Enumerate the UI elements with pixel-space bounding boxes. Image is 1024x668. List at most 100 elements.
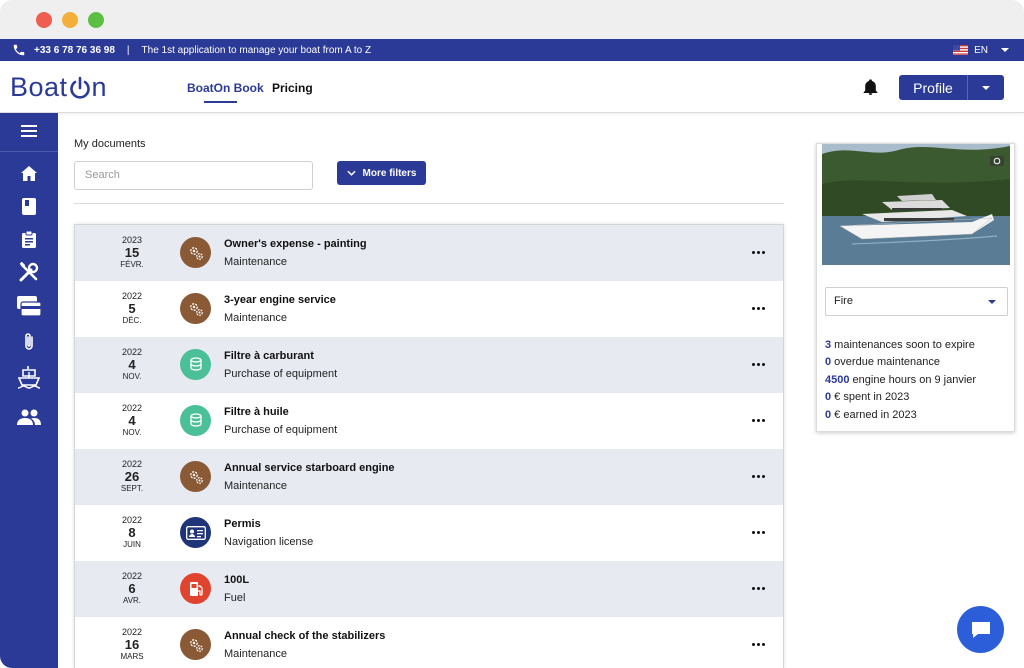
document-month: JUIN [123, 540, 141, 549]
close-window-button[interactable] [36, 12, 52, 28]
stat-label: overdue maintenance [831, 356, 940, 368]
sidebar-item-documents[interactable] [0, 231, 58, 248]
boat-select-value: Fire [834, 295, 853, 307]
minimize-window-button[interactable] [62, 12, 78, 28]
document-category: Maintenance [224, 256, 287, 268]
tools-icon [19, 262, 39, 282]
more-options-icon[interactable] [749, 245, 767, 259]
stat-label: € spent in 2023 [831, 391, 910, 403]
document-day: 16 [124, 637, 140, 652]
document-category: Purchase of equipment [224, 368, 338, 380]
more-filters-button[interactable]: More filters [337, 161, 426, 185]
profile-button[interactable]: Profile [899, 75, 1004, 100]
ship-icon [17, 366, 41, 389]
sidebar-item-boats[interactable] [0, 365, 58, 391]
profile-dropdown-toggle[interactable] [968, 85, 1004, 91]
sidebar-item-attachments[interactable] [0, 332, 58, 352]
document-month: AVR. [122, 596, 142, 605]
bell-icon[interactable] [863, 79, 878, 96]
page-title: My documents [74, 138, 146, 150]
document-category: Maintenance [224, 648, 287, 660]
document-row[interactable]: 2023 15 FÉVR. Owner's expense - painting Mai… [75, 225, 783, 281]
document-title: Annual service starboard engine [224, 462, 395, 474]
document-row[interactable]: 2022 5 DÉC. 3-year engine service Maintenanc… [75, 281, 783, 337]
active-nav-underline [204, 101, 237, 103]
more-options-icon[interactable] [749, 301, 767, 315]
nav-pricing[interactable]: Pricing [272, 81, 313, 95]
boaton-logo[interactable]: Boat n [10, 72, 107, 103]
document-row[interactable]: 2022 26 SEPT. Annual service starboard engi… [75, 449, 783, 505]
home-icon [21, 166, 37, 181]
document-month: SEPT. [120, 484, 144, 493]
document-date: 2022 5 DÉC. [103, 291, 161, 326]
document-month: NOV. [122, 372, 142, 381]
more-options-icon[interactable] [749, 413, 767, 427]
stat-earned: 0 € earned in 2023 [825, 409, 917, 421]
document-row[interactable]: 2022 16 MARS Annual check of the stabilizer… [75, 617, 783, 668]
document-category: Navigation license [224, 536, 314, 548]
gears-icon [180, 629, 211, 660]
sidebar-item-book[interactable] [0, 198, 58, 215]
maximize-window-button[interactable] [88, 12, 104, 28]
stat-label: € earned in 2023 [831, 409, 917, 421]
document-row[interactable]: 2022 4 NOV. Filtre à huile Purchase of equip… [75, 393, 783, 449]
document-date: 2022 26 SEPT. [103, 459, 161, 494]
book-icon [22, 198, 36, 215]
document-month: MARS [120, 652, 144, 661]
separator: | [126, 44, 130, 56]
more-options-icon[interactable] [749, 469, 767, 483]
document-category: Fuel [224, 592, 246, 604]
tagline: The 1st application to manage your boat … [141, 44, 372, 56]
app-window: +33 6 78 76 36 98 | The 1st application … [0, 0, 1024, 668]
clipboard-icon [22, 231, 36, 248]
sidebar-item-home[interactable] [0, 166, 58, 181]
more-options-icon[interactable] [749, 581, 767, 595]
gears-icon [180, 237, 211, 268]
document-day: 8 [128, 525, 136, 540]
us-flag-icon [953, 45, 969, 55]
phone-icon [13, 44, 25, 56]
stat-engine-hours: 4500 engine hours on 9 janvier [825, 374, 976, 386]
more-options-icon[interactable] [749, 637, 767, 651]
sidebar-item-expenses[interactable] [0, 296, 58, 318]
documents-list: 2023 15 FÉVR. Owner's expense - painting Mai… [74, 224, 784, 668]
more-options-icon[interactable] [749, 525, 767, 539]
stat-label: engine hours on 9 janvier [849, 374, 977, 386]
chat-button[interactable] [957, 606, 1004, 653]
document-title: Permis [224, 518, 261, 530]
boat-select[interactable]: Fire [825, 287, 1008, 316]
window-titlebar [0, 0, 1024, 39]
coins-icon [180, 349, 211, 380]
document-date: 2022 4 NOV. [103, 403, 161, 438]
sidebar-item-tools[interactable] [0, 262, 58, 282]
document-month: DÉC. [122, 316, 142, 325]
document-day: 6 [128, 581, 136, 596]
document-category: Maintenance [224, 312, 287, 324]
search-input[interactable]: Search [74, 161, 313, 190]
document-category: Purchase of equipment [224, 424, 338, 436]
camera-icon[interactable] [990, 154, 1004, 166]
more-options-icon[interactable] [749, 357, 767, 371]
document-day: 26 [124, 469, 140, 484]
document-row[interactable]: 2022 6 AVR. 100L Fuel [75, 561, 783, 617]
profile-label: Profile [913, 79, 953, 96]
document-row[interactable]: 2022 8 JUIN Permis Navigation license [75, 505, 783, 561]
language-selector[interactable]: EN [953, 39, 1010, 61]
document-title: Annual check of the stabilizers [224, 630, 386, 642]
phone-number[interactable]: +33 6 78 76 36 98 [34, 45, 115, 56]
sidebar [0, 113, 58, 668]
document-date: 2022 6 AVR. [103, 571, 161, 606]
document-month: FÉVR. [120, 260, 144, 269]
document-date: 2022 8 JUIN [103, 515, 161, 550]
chevron-down-icon [346, 170, 356, 176]
sidebar-menu-toggle[interactable] [0, 125, 58, 137]
document-row[interactable]: 2022 4 NOV. Filtre à carburant Purchase of e… [75, 337, 783, 393]
document-day: 5 [128, 301, 136, 316]
document-date: 2022 16 MARS [103, 627, 161, 662]
stat-maintenances-expiring: 3 maintenances soon to expire [825, 339, 975, 351]
nav-boaton-book[interactable]: BoatOn Book [187, 81, 264, 95]
sidebar-item-crew[interactable] [0, 409, 58, 425]
id-card-icon [180, 517, 211, 548]
language-code: EN [974, 44, 988, 56]
document-title: Owner's expense - painting [224, 238, 367, 250]
